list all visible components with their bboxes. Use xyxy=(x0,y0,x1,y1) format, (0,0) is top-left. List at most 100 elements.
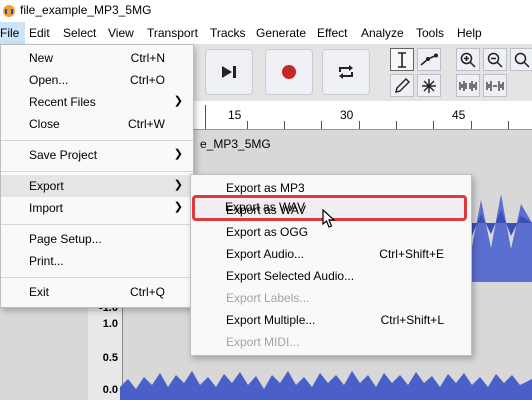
menu-item-shortcut: Ctrl+O xyxy=(129,73,165,87)
menu-item-label: Page Setup... xyxy=(29,232,102,246)
menu-item-recent-files[interactable]: Recent Files ❯ xyxy=(1,91,193,113)
menu-item-export-labels: Export Labels... xyxy=(191,287,471,309)
menu-help[interactable]: Help xyxy=(457,26,482,40)
menu-item-print[interactable]: Print... xyxy=(1,250,193,272)
multi-tool[interactable] xyxy=(417,74,441,97)
menu-item-export-audio[interactable]: Export Audio... Ctrl+Shift+E xyxy=(191,243,471,265)
multi-tool-icon xyxy=(422,78,436,93)
menu-item-save-project[interactable]: Save Project ❯ xyxy=(1,144,193,166)
menu-separator xyxy=(1,224,193,225)
chevron-right-icon: ❯ xyxy=(173,95,183,107)
silence-audio-icon xyxy=(486,80,504,91)
menu-item-close[interactable]: Close Ctrl+W xyxy=(1,113,193,135)
zoom-fit-icon xyxy=(514,52,530,68)
ruler-tick xyxy=(396,121,397,129)
ruler-tick xyxy=(247,121,248,129)
menu-tracks[interactable]: Tracks xyxy=(210,26,246,40)
menu-item-label: Export as MP3 xyxy=(226,181,305,195)
title-bar: file_example_MP3_5MG xyxy=(0,0,532,22)
menu-item-page-setup[interactable]: Page Setup... xyxy=(1,228,193,250)
skip-to-end-button[interactable] xyxy=(205,49,253,95)
clip-name[interactable]: e_MP3_5MG xyxy=(200,137,271,151)
menu-transport[interactable]: Transport xyxy=(147,26,198,40)
ruler-label-45: 45 xyxy=(452,108,466,122)
menu-item-label: Export Audio... xyxy=(226,247,305,261)
menu-item-export-selected-audio[interactable]: Export Selected Audio... xyxy=(191,265,471,287)
draw-tool[interactable] xyxy=(390,74,414,97)
scale-label: 0.5 xyxy=(102,352,118,364)
silence-button[interactable] xyxy=(483,74,507,97)
i-beam-icon xyxy=(398,51,406,68)
file-menu: New Ctrl+N Open... Ctrl+O Recent Files ❯… xyxy=(0,44,194,308)
vertical-scale: -1.0 1.0 0.5 0.0 xyxy=(88,294,123,400)
trim-button[interactable] xyxy=(456,74,480,97)
menu-item-export[interactable]: Export ❯ xyxy=(1,175,193,197)
ruler-tick xyxy=(471,121,472,129)
menu-item-label: Import xyxy=(29,201,64,215)
menu-separator xyxy=(1,277,193,278)
menu-item-export-multiple[interactable]: Export Multiple... Ctrl+Shift+L xyxy=(191,309,471,331)
fit-selection-button[interactable] xyxy=(510,48,532,71)
menu-file[interactable]: File xyxy=(0,22,26,44)
menu-item-open[interactable]: Open... Ctrl+O xyxy=(1,69,193,91)
pencil-icon xyxy=(395,77,410,93)
menu-item-import[interactable]: Import ❯ xyxy=(1,197,193,219)
menu-item-label: Export Multiple... xyxy=(226,313,316,327)
menu-item-new[interactable]: New Ctrl+N xyxy=(1,47,193,69)
selection-tool[interactable] xyxy=(390,48,414,71)
skip-end-icon xyxy=(222,66,236,78)
ruler-tick xyxy=(284,121,285,129)
menu-item-label: Export Selected Audio... xyxy=(226,269,355,283)
waveform-lower xyxy=(120,371,532,400)
menu-effect[interactable]: Effect xyxy=(317,26,347,40)
ruler-tick xyxy=(508,121,509,129)
menu-item-label: Recent Files xyxy=(29,95,96,109)
chevron-right-icon: ❯ xyxy=(173,201,183,213)
menu-item-label: Close xyxy=(29,117,60,131)
chevron-right-icon: ❯ xyxy=(173,148,183,160)
zoom-out-icon xyxy=(487,52,503,68)
ruler-label-30: 30 xyxy=(340,108,354,122)
scale-label: 1.0 xyxy=(102,318,118,330)
loop-icon xyxy=(339,65,353,79)
menu-item-label: Export as WAV xyxy=(226,203,307,217)
ruler-tick xyxy=(359,121,360,129)
record-icon xyxy=(282,65,296,79)
menu-analyze[interactable]: Analyze xyxy=(361,26,404,40)
menu-tools[interactable]: Tools xyxy=(416,26,444,40)
envelope-tool[interactable] xyxy=(417,48,441,71)
menu-item-shortcut: Ctrl+Q xyxy=(129,285,165,299)
menu-item-label: Print... xyxy=(29,254,64,268)
menu-item-shortcut: Ctrl+Shift+E xyxy=(379,247,444,261)
envelope-icon xyxy=(420,53,438,66)
menu-view[interactable]: View xyxy=(108,26,134,40)
scale-label: 0.0 xyxy=(102,384,118,396)
trim-audio-icon xyxy=(459,80,477,91)
menu-item-exit[interactable]: Exit Ctrl+Q xyxy=(1,281,193,303)
ruler-tick xyxy=(205,105,206,129)
menu-separator xyxy=(1,171,193,172)
audacity-app-icon xyxy=(3,5,15,17)
zoom-in-button[interactable] xyxy=(456,48,480,71)
loop-button[interactable] xyxy=(322,49,370,95)
mouse-pointer-icon xyxy=(322,209,336,228)
menu-item-label: Exit xyxy=(29,285,50,299)
ruler-tick xyxy=(433,121,434,129)
menu-item-label: Save Project xyxy=(29,148,98,162)
menu-item-label: Export xyxy=(29,179,64,193)
menu-item-label: Export as OGG xyxy=(226,225,309,239)
record-button[interactable] xyxy=(265,49,313,95)
menu-item-shortcut: Ctrl+Shift+L xyxy=(380,313,444,327)
menu-generate[interactable]: Generate xyxy=(256,26,306,40)
window-title: file_example_MP3_5MG xyxy=(20,3,152,17)
menu-item-export-midi: Export MIDI... xyxy=(191,331,471,353)
ruler-label-15: 15 xyxy=(228,108,242,122)
zoom-in-icon xyxy=(460,52,476,68)
menu-item-label: Export MIDI... xyxy=(226,335,300,349)
chevron-right-icon: ❯ xyxy=(173,179,183,191)
menu-item-shortcut: Ctrl+N xyxy=(130,51,165,65)
zoom-out-button[interactable] xyxy=(483,48,507,71)
menu-select[interactable]: Select xyxy=(63,26,96,40)
menu-edit[interactable]: Edit xyxy=(29,26,50,40)
menu-item-shortcut: Ctrl+W xyxy=(128,117,165,131)
